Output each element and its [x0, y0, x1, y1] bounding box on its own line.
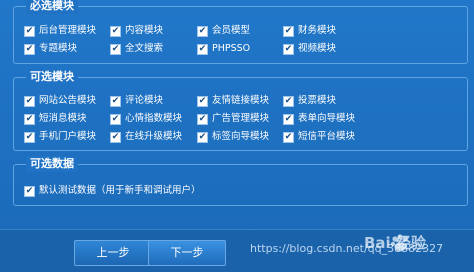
module-label: 默认测试数据（用于新手和调试用户）	[39, 185, 201, 196]
module-checkbox[interactable]: ✔ 心情指数模块	[110, 113, 182, 125]
module-checkbox[interactable]: ✔ 会员模型	[197, 25, 250, 37]
module-checkbox[interactable]: ✔ 在线升级模块	[110, 131, 182, 143]
module-label: 投票模块	[298, 95, 337, 106]
test-data-checkbox[interactable]: ✔ 默认测试数据（用于新手和调试用户）	[24, 185, 201, 197]
group-title: 可选数据	[26, 156, 78, 172]
module-label: 在线升级模块	[125, 131, 183, 142]
group-title: 可选模块	[26, 69, 78, 85]
checkbox-checked-icon[interactable]: ✔	[197, 25, 208, 37]
module-label: 短消息模块	[39, 113, 87, 124]
module-checkbox[interactable]: ✔ PHPSSO	[197, 43, 250, 55]
checkbox-checked-icon[interactable]: ✔	[283, 113, 294, 125]
module-label: 专题模块	[39, 43, 78, 54]
next-step-button[interactable]: 下一步	[148, 240, 226, 266]
group-title: 必选模块	[26, 0, 78, 14]
checkbox-checked-icon[interactable]: ✔	[283, 131, 294, 143]
checkbox-checked-icon[interactable]: ✔	[197, 131, 208, 143]
module-label: 心情指数模块	[125, 113, 183, 124]
module-checkbox[interactable]: ✔ 内容模块	[110, 25, 163, 37]
module-checkbox[interactable]: ✔ 手机门户模块	[24, 131, 96, 143]
module-label: 视频模块	[298, 43, 337, 54]
checkbox-checked-icon[interactable]: ✔	[24, 131, 35, 143]
checkbox-checked-icon[interactable]: ✔	[197, 43, 208, 55]
module-checkbox[interactable]: ✔ 专题模块	[24, 43, 77, 55]
module-checkbox[interactable]: ✔ 投票模块	[283, 95, 336, 107]
module-checkbox[interactable]: ✔ 视频模块	[283, 43, 336, 55]
module-label: 内容模块	[125, 25, 164, 36]
checkbox-checked-icon[interactable]: ✔	[24, 95, 35, 107]
module-checkbox[interactable]: ✔ 短消息模块	[24, 113, 87, 125]
required-modules-group: 必选模块 ✔ 后台管理模块 ✔ 内容模块 ✔ 会员模型 ✔ 财务模块 ✔ 专题模块 ✔ 全文…	[13, 0, 468, 64]
module-checkbox[interactable]: ✔ 表单向导模块	[283, 113, 355, 125]
module-checkbox[interactable]: ✔ 网站公告模块	[24, 95, 96, 107]
checkbox-checked-icon[interactable]: ✔	[24, 113, 35, 125]
prev-step-button[interactable]: 上一步	[74, 240, 152, 266]
checkbox-checked-icon[interactable]: ✔	[110, 131, 121, 143]
module-label: 表单向导模块	[298, 113, 356, 124]
optional-modules-group: 可选模块 ✔ 网站公告模块 ✔ 评论模块 ✔ 友情链接模块 ✔ 投票模块 ✔ 短消息模块 …	[13, 69, 468, 151]
checkbox-checked-icon[interactable]: ✔	[24, 43, 35, 55]
checkbox-checked-icon[interactable]: ✔	[197, 113, 208, 125]
installer-page: 必选模块 ✔ 后台管理模块 ✔ 内容模块 ✔ 会员模型 ✔ 财务模块 ✔ 专题模块 ✔ 全文…	[0, 0, 474, 272]
checkbox-checked-icon[interactable]: ✔	[283, 95, 294, 107]
module-checkbox[interactable]: ✔ 友情链接模块	[197, 95, 269, 107]
checkbox-checked-icon[interactable]: ✔	[24, 185, 35, 197]
module-checkbox[interactable]: ✔ 标签向导模块	[197, 131, 269, 143]
module-label: 后台管理模块	[39, 25, 97, 36]
module-label: 评论模块	[125, 95, 164, 106]
module-label: PHPSSO	[212, 43, 251, 54]
module-checkbox[interactable]: ✔ 后台管理模块	[24, 25, 96, 37]
module-label: 友情链接模块	[212, 95, 270, 106]
checkbox-checked-icon[interactable]: ✔	[24, 25, 35, 37]
checkbox-checked-icon[interactable]: ✔	[283, 43, 294, 55]
module-label: 财务模块	[298, 25, 337, 36]
module-label: 网站公告模块	[39, 95, 97, 106]
module-label: 会员模型	[212, 25, 251, 36]
optional-data-group: 可选数据 ✔ 默认测试数据（用于新手和调试用户）	[13, 156, 468, 206]
module-label: 标签向导模块	[212, 131, 270, 142]
checkbox-checked-icon[interactable]: ✔	[110, 43, 121, 55]
checkbox-checked-icon[interactable]: ✔	[197, 95, 208, 107]
paw-logo-icon	[390, 234, 408, 252]
module-label: 广告管理模块	[212, 113, 270, 124]
module-checkbox[interactable]: ✔ 全文搜索	[110, 43, 163, 55]
module-label: 全文搜索	[125, 43, 164, 54]
checkbox-checked-icon[interactable]: ✔	[110, 113, 121, 125]
module-checkbox[interactable]: ✔ 广告管理模块	[197, 113, 269, 125]
checkbox-checked-icon[interactable]: ✔	[110, 25, 121, 37]
module-checkbox[interactable]: ✔ 财务模块	[283, 25, 336, 37]
module-label: 手机门户模块	[39, 131, 97, 142]
module-checkbox[interactable]: ✔ 短信平台模块	[283, 131, 355, 143]
module-checkbox[interactable]: ✔ 评论模块	[110, 95, 163, 107]
module-label: 短信平台模块	[298, 131, 356, 142]
checkbox-checked-icon[interactable]: ✔	[283, 25, 294, 37]
checkbox-checked-icon[interactable]: ✔	[110, 95, 121, 107]
